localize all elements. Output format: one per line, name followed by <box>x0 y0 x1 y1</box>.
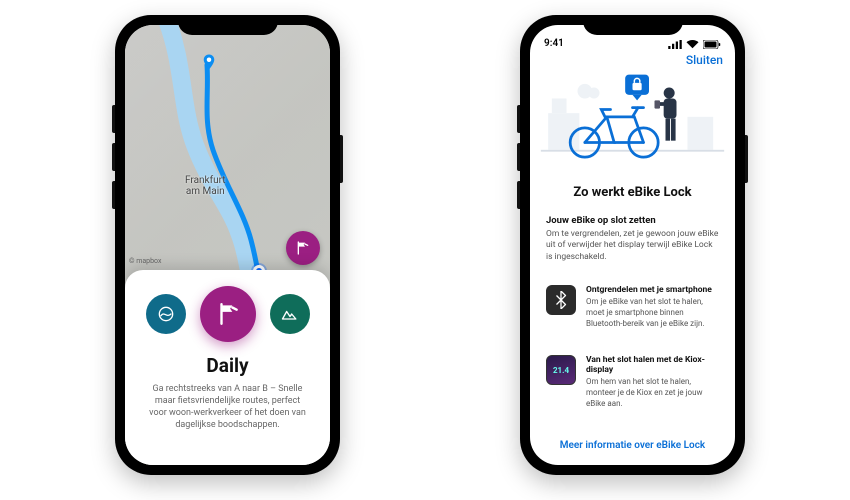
signal-icon <box>668 40 682 49</box>
phone-mockup-lock: 9:41 Sluiten <box>520 15 745 475</box>
flag-icon <box>295 240 311 256</box>
screen-routes: Frankfurt am Main © mapbox <box>125 25 330 465</box>
flag-icon <box>215 301 241 327</box>
mountain-icon <box>280 304 300 324</box>
kiox-display-icon: 21.4 <box>546 355 576 385</box>
lock-illustration <box>530 69 735 183</box>
feature-kiox-unlock: 21.4 Van het slot halen met de Kiox-disp… <box>546 355 719 409</box>
map-city-label: Frankfurt am Main <box>185 175 226 197</box>
leisure-icon <box>156 304 176 324</box>
feature2-heading: Van het slot halen met de Kiox-display <box>586 355 719 375</box>
more-info-link[interactable]: Meer informatie over eBike Lock <box>530 440 735 451</box>
phone-notch <box>178 15 278 35</box>
battery-icon <box>703 40 721 49</box>
status-time: 9:41 <box>544 38 564 49</box>
bluetooth-icon <box>546 285 576 315</box>
map-attribution: © mapbox <box>129 257 161 265</box>
feature2-text: Om hem van het slot te halen, monteer je… <box>586 377 719 409</box>
phone-mockup-routes: Frankfurt am Main © mapbox <box>115 15 340 475</box>
feature1-heading: Ontgrendelen met je smartphone <box>586 285 719 295</box>
mode-selector <box>137 284 318 342</box>
mode-title: Daily <box>137 354 318 377</box>
wifi-icon <box>686 40 699 49</box>
intro-heading: Jouw eBike op slot zetten <box>546 215 719 226</box>
mode-chip-mountain[interactable] <box>270 294 310 334</box>
mode-chip-leisure[interactable] <box>146 294 186 334</box>
feature-smartphone-unlock: Ontgrendelen met je smartphone Om je eBi… <box>546 285 719 329</box>
intro-section: Jouw eBike op slot zetten Om te vergrend… <box>546 215 719 263</box>
route-start-pin-icon <box>200 53 218 71</box>
mode-chip-daily[interactable] <box>200 286 256 342</box>
route-mode-sheet: Daily Ga rechtstreeks van A naar B – Sne… <box>125 270 330 465</box>
route-mode-fab[interactable] <box>286 231 320 265</box>
intro-text: Om te vergrendelen, zet je gewoon jouw e… <box>546 229 719 263</box>
feature1-text: Om je eBike van het slot te halen, moet … <box>586 297 719 329</box>
phone-notch <box>583 15 683 35</box>
close-button[interactable]: Sluiten <box>686 53 723 67</box>
screen-lock-info: 9:41 Sluiten <box>530 25 735 465</box>
mode-description: Ga rechtstreeks van A naar B – Snelle ma… <box>137 383 318 432</box>
page-title: Zo werkt eBike Lock <box>530 185 735 200</box>
